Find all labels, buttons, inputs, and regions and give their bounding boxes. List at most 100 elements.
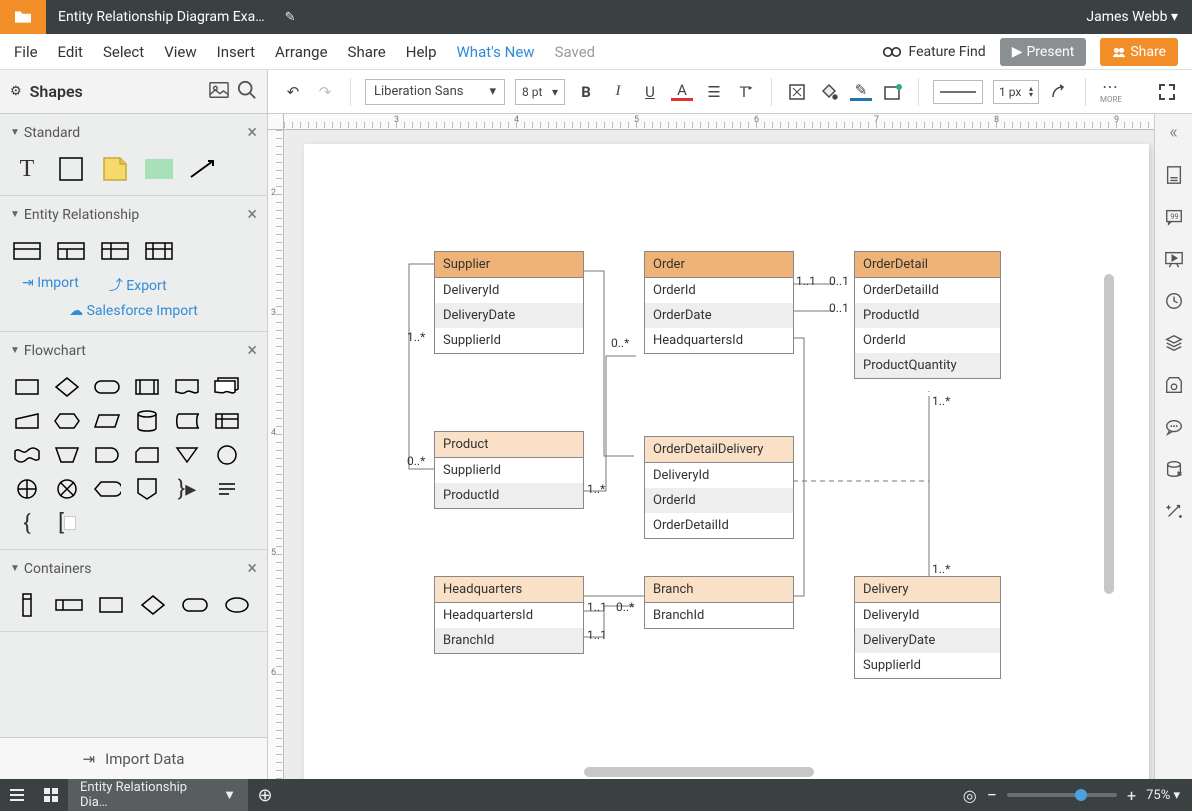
share-button[interactable]: Share: [1100, 38, 1178, 66]
gear-icon[interactable]: ⚙: [10, 84, 22, 99]
entity-delivery[interactable]: Delivery DeliveryId DeliveryDate Supplie…: [854, 576, 1001, 679]
fullscreen-icon[interactable]: [1156, 83, 1178, 101]
line-style-select[interactable]: [933, 80, 983, 104]
entity-orderdetaildelivery[interactable]: OrderDetailDelivery DeliveryId OrderId O…: [644, 436, 794, 539]
fc-diamond[interactable]: [52, 375, 82, 399]
arrow-shape[interactable]: [188, 157, 218, 181]
horizontal-scrollbar[interactable]: [584, 767, 814, 777]
close-icon[interactable]: ×: [247, 122, 257, 143]
note-shape[interactable]: [100, 157, 130, 181]
bold-icon[interactable]: B: [575, 83, 597, 101]
fc-terminator[interactable]: [92, 375, 122, 399]
fc-manual-op[interactable]: [52, 443, 82, 467]
entity-supplier[interactable]: Supplier DeliveryId DeliveryDate Supplie…: [434, 251, 584, 354]
fc-or[interactable]: [12, 477, 42, 501]
vertical-scrollbar[interactable]: [1104, 274, 1114, 594]
fc-rect[interactable]: [12, 375, 42, 399]
entity-branch[interactable]: Branch BranchId: [644, 576, 794, 629]
line-arrow-icon[interactable]: [1049, 82, 1071, 102]
panel-er-header[interactable]: ▼Entity Relationship×: [10, 204, 257, 225]
border-color-icon[interactable]: ✎: [850, 83, 872, 101]
cont-6[interactable]: [222, 593, 252, 617]
panel-standard-header[interactable]: ▼Standard×: [10, 122, 257, 143]
rect-shape[interactable]: [56, 157, 86, 181]
fc-parallelogram[interactable]: [92, 409, 122, 433]
edit-title-icon[interactable]: ✎: [285, 10, 296, 25]
menu-edit[interactable]: Edit: [58, 43, 83, 61]
import-data-button[interactable]: ⇥ Import Data: [0, 737, 267, 779]
present-button[interactable]: ▶ Present: [1000, 38, 1087, 66]
er-shape-3[interactable]: [100, 239, 130, 263]
menu-file[interactable]: File: [14, 43, 38, 61]
undo-icon[interactable]: ↶: [282, 83, 304, 101]
history-icon[interactable]: [1164, 291, 1184, 311]
fc-merge[interactable]: [172, 443, 202, 467]
fc-hex[interactable]: [52, 409, 82, 433]
font-select[interactable]: Liberation Sans▾: [365, 79, 505, 105]
panel-flowchart-header[interactable]: ▼Flowchart×: [10, 340, 257, 361]
fc-brace-right[interactable]: }▸: [172, 477, 202, 501]
italic-icon[interactable]: I: [607, 83, 629, 100]
cont-2[interactable]: [54, 593, 84, 617]
fc-sum[interactable]: [52, 477, 82, 501]
feature-find[interactable]: Feature Find: [882, 44, 985, 60]
fc-connector[interactable]: [212, 443, 242, 467]
close-icon[interactable]: ×: [247, 204, 257, 225]
shape-box-icon[interactable]: [786, 83, 808, 101]
fc-brace-left[interactable]: {: [12, 511, 42, 535]
fc-card[interactable]: [132, 443, 162, 467]
master-icon[interactable]: [1164, 375, 1184, 395]
line-width-select[interactable]: 1 px▴▾: [993, 80, 1039, 104]
fc-document[interactable]: [172, 375, 202, 399]
panel-containers-header[interactable]: ▼Containers×: [10, 558, 257, 579]
search-icon[interactable]: [237, 80, 257, 104]
entity-order[interactable]: Order OrderId OrderDate HeadquartersId: [644, 251, 794, 354]
entity-orderdetail[interactable]: OrderDetail OrderDetailId ProductId Orde…: [854, 251, 1001, 379]
text-color-icon[interactable]: A: [671, 83, 693, 101]
cont-1[interactable]: [12, 593, 42, 617]
fc-offpage[interactable]: [132, 477, 162, 501]
block-shape[interactable]: [144, 157, 174, 181]
er-shape-2[interactable]: [56, 239, 86, 263]
menu-share[interactable]: Share: [348, 43, 386, 61]
menu-arrange[interactable]: Arrange: [275, 43, 327, 61]
menu-whats-new[interactable]: What's New: [457, 43, 535, 61]
grid-icon[interactable]: [34, 787, 68, 803]
menu-view[interactable]: View: [164, 43, 196, 61]
fc-bracket[interactable]: [: [52, 511, 82, 535]
chat-icon[interactable]: [1164, 417, 1184, 437]
fill-icon[interactable]: [818, 83, 840, 101]
fc-delay[interactable]: [92, 443, 122, 467]
cont-3[interactable]: [96, 593, 126, 617]
slideshow-icon[interactable]: [1164, 249, 1184, 269]
cont-4[interactable]: [138, 593, 168, 617]
data-icon[interactable]: [1164, 459, 1184, 479]
user-menu[interactable]: James Webb ▾: [1086, 9, 1192, 25]
entity-product[interactable]: Product SupplierId ProductId: [434, 431, 584, 509]
document-title[interactable]: Entity Relationship Diagram Exa…: [46, 9, 277, 25]
page-icon[interactable]: [1164, 165, 1184, 185]
page-tab[interactable]: Entity Relationship Dia…▼: [68, 779, 248, 811]
diagram-page[interactable]: Supplier DeliveryId DeliveryDate Supplie…: [304, 144, 1149, 779]
er-salesforce-link[interactable]: ☁ Salesforce Import: [10, 301, 257, 323]
zoom-level[interactable]: 75% ▾: [1146, 788, 1180, 803]
redo-icon[interactable]: ↷: [314, 83, 336, 101]
fc-internal[interactable]: [212, 409, 242, 433]
er-shape-1[interactable]: [12, 239, 42, 263]
text-shape[interactable]: T: [12, 157, 42, 181]
close-icon[interactable]: ×: [247, 558, 257, 579]
comment-icon[interactable]: 99: [1164, 207, 1184, 227]
fc-database[interactable]: [132, 409, 162, 433]
collapse-icon[interactable]: «: [1169, 122, 1177, 143]
fc-multidoc[interactable]: [212, 375, 242, 399]
image-icon[interactable]: [209, 81, 229, 103]
sync-icon[interactable]: ◎: [963, 786, 977, 805]
er-import-link[interactable]: ⇥ Import: [22, 275, 79, 295]
fc-predef[interactable]: [132, 375, 162, 399]
text-style-icon[interactable]: T▸: [735, 83, 757, 101]
add-page-button[interactable]: ⊕: [248, 785, 282, 806]
er-export-link[interactable]: ⤴ Export: [109, 275, 167, 295]
menu-help[interactable]: Help: [406, 43, 437, 61]
fc-note[interactable]: [212, 477, 242, 501]
zoom-slider[interactable]: [1007, 793, 1117, 797]
